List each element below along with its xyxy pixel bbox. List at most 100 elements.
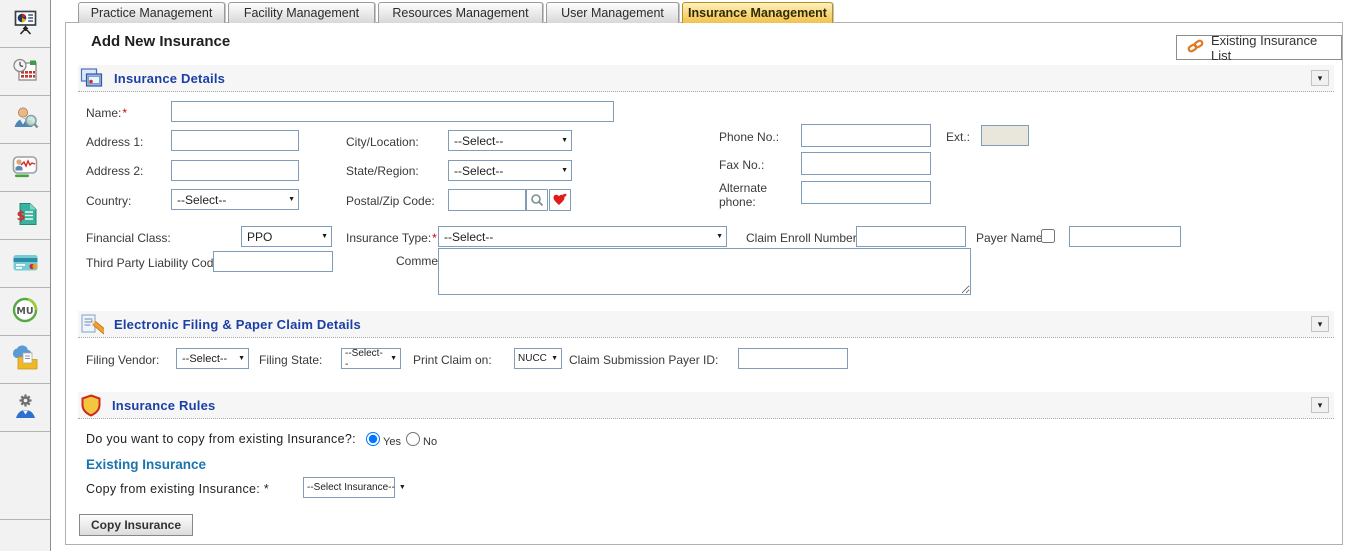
- financial-class-label: Financial Class:: [86, 231, 171, 245]
- chevron-down-icon: [557, 167, 568, 174]
- address2-input[interactable]: [171, 160, 299, 181]
- filing-state-select[interactable]: --Select--: [341, 348, 401, 369]
- sidebar-spacer: [0, 432, 50, 520]
- calendar-clock-icon: [12, 57, 39, 87]
- payer-name-checkbox[interactable]: [1041, 229, 1055, 243]
- country-select[interactable]: --Select--: [171, 189, 299, 210]
- filing-vendor-label: Filing Vendor:: [86, 353, 159, 367]
- chevron-down-icon: [712, 233, 723, 240]
- insurance-details-icon: [80, 67, 104, 89]
- copy-no-label: No: [423, 436, 437, 448]
- print-claim-label: Print Claim on:: [413, 353, 492, 367]
- document-cloud-icon: [11, 345, 39, 375]
- tpl-code-input[interactable]: [213, 251, 333, 272]
- payer-name-label: Payer Name:: [976, 231, 1046, 245]
- copy-from-existing-select[interactable]: --Select Insurance--: [303, 477, 395, 498]
- dashboard-icon: [12, 9, 39, 39]
- sidebar-item-admin[interactable]: [0, 384, 50, 432]
- electronic-filing-title: Electronic Filing & Paper Claim Details: [114, 317, 361, 332]
- financial-class-select[interactable]: PPO: [241, 226, 332, 247]
- city-select[interactable]: --Select--: [448, 130, 572, 151]
- copy-from-existing-select-value: --Select Insurance--: [307, 482, 395, 493]
- tab-user-management[interactable]: User Management: [546, 2, 679, 23]
- collapse-insurance-rules-button[interactable]: [1311, 397, 1329, 413]
- tab-resources-management[interactable]: Resources Management: [378, 2, 543, 23]
- meaningful-use-icon: MU: [11, 296, 39, 327]
- ext-label: Ext.:: [946, 130, 970, 144]
- existing-insurance-list-button[interactable]: Existing Insurance List: [1176, 35, 1342, 60]
- sidebar-item-vitals-reports[interactable]: [0, 144, 50, 192]
- shield-icon: [80, 394, 102, 417]
- filing-vendor-select-value: --Select--: [182, 353, 227, 365]
- insurance-details-header: Insurance Details: [78, 65, 1334, 92]
- postal-input[interactable]: [448, 189, 526, 211]
- copy-question-label: Do you want to copy from existing Insura…: [86, 432, 356, 446]
- collapse-electronic-filing-button[interactable]: [1311, 316, 1329, 332]
- tab-insurance-management[interactable]: Insurance Management: [682, 2, 833, 23]
- tab-practice-management[interactable]: Practice Management: [78, 2, 225, 23]
- link-icon: [1187, 39, 1204, 57]
- filing-document-icon: [80, 313, 104, 335]
- insurance-type-select[interactable]: --Select--: [438, 226, 727, 247]
- admin-gear-icon: [12, 393, 39, 423]
- tab-facility-management[interactable]: Facility Management: [228, 2, 375, 23]
- city-label: City/Location:: [346, 135, 419, 149]
- sidebar-item-payments[interactable]: [0, 240, 50, 288]
- chevron-down-icon: [547, 355, 558, 362]
- postal-label: Postal/Zip Code:: [346, 194, 435, 208]
- chevron-down-icon: [284, 196, 295, 203]
- claim-submission-input[interactable]: [738, 348, 848, 369]
- sidebar-item-documents[interactable]: [0, 336, 50, 384]
- chevron-down-icon: [557, 137, 568, 144]
- search-icon: [530, 193, 544, 207]
- sidebar-item-dashboard[interactable]: [0, 0, 50, 48]
- postal-favorites-button[interactable]: [549, 189, 571, 211]
- sidebar-item-meaningful-use[interactable]: MU: [0, 288, 50, 336]
- copy-no-radio[interactable]: [406, 432, 420, 446]
- name-input[interactable]: [171, 101, 614, 122]
- chevron-down-icon: [234, 355, 245, 362]
- collapse-insurance-details-button[interactable]: [1311, 70, 1329, 86]
- ext-input[interactable]: [981, 125, 1029, 146]
- existing-insurance-heading: Existing Insurance: [86, 457, 206, 472]
- state-label: State/Region:: [346, 164, 419, 178]
- insurance-details-title: Insurance Details: [114, 71, 225, 86]
- claim-submission-label: Claim Submission Payer ID:: [569, 353, 718, 367]
- phone-input[interactable]: [801, 124, 931, 147]
- vitals-monitor-icon: [11, 153, 39, 183]
- insurance-type-select-value: --Select--: [444, 230, 493, 244]
- chevron-down-icon: [386, 355, 397, 362]
- comment-textarea[interactable]: [438, 248, 971, 295]
- state-select-value: --Select--: [454, 164, 503, 178]
- postal-search-button[interactable]: [526, 189, 548, 211]
- address1-input[interactable]: [171, 130, 299, 151]
- tpl-code-label: Third Party Liability Code:: [86, 256, 223, 270]
- filing-vendor-select[interactable]: --Select--: [176, 348, 249, 369]
- copy-insurance-button[interactable]: Copy Insurance: [79, 514, 193, 536]
- claim-enroll-input[interactable]: [856, 226, 966, 247]
- alt-phone-input[interactable]: [801, 181, 931, 204]
- name-label: Name:*: [86, 106, 127, 120]
- module-tabbar: Practice Management Facility Management …: [78, 2, 833, 23]
- svg-text:$: $: [16, 209, 25, 224]
- chevron-down-icon: [395, 484, 406, 491]
- page-title: Add New Insurance: [91, 33, 230, 50]
- existing-insurance-list-label: Existing Insurance List: [1211, 33, 1331, 63]
- city-select-value: --Select--: [454, 134, 503, 148]
- sidebar-item-billing[interactable]: $: [0, 192, 50, 240]
- copy-yes-radio[interactable]: [366, 432, 380, 446]
- print-claim-select[interactable]: NUCC: [514, 348, 562, 369]
- sidebar-item-scheduler[interactable]: [0, 48, 50, 96]
- fax-input[interactable]: [801, 152, 931, 175]
- hearts-icon: [552, 193, 568, 207]
- state-select[interactable]: --Select--: [448, 160, 572, 181]
- sidebar-item-patient-search[interactable]: [0, 96, 50, 144]
- phone-label: Phone No.:: [719, 130, 779, 144]
- chevron-down-icon: [317, 233, 328, 240]
- payer-name-input[interactable]: [1069, 226, 1181, 247]
- financial-class-select-value: PPO: [247, 230, 272, 244]
- address1-label: Address 1:: [86, 135, 143, 149]
- filing-state-label: Filing State:: [259, 353, 322, 367]
- app-window: $ MU: [0, 0, 1357, 551]
- print-claim-select-value: NUCC: [518, 353, 547, 364]
